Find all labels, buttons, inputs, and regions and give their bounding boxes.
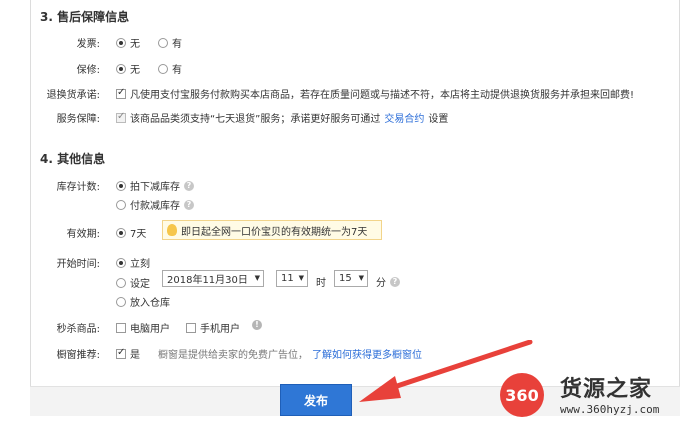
service-checkbox: 该商品品类须支持“七天退货”服务；承诺更好服务可通过交易合约设置 bbox=[116, 110, 448, 125]
warranty-option-yes[interactable]: 有 bbox=[158, 61, 182, 76]
window-desc-text: 橱窗是提供给卖家的免费广告位， bbox=[158, 350, 308, 361]
radio-icon[interactable] bbox=[158, 63, 168, 74]
hour-select[interactable]: 11 ▼ bbox=[276, 270, 308, 287]
validity-option-label: 7天 bbox=[130, 229, 147, 240]
minute-unit-text: 分 bbox=[376, 278, 386, 289]
checkbox-icon[interactable] bbox=[116, 347, 126, 359]
warranty-option-no[interactable]: 无 bbox=[116, 61, 140, 76]
dropdown-arrow-icon: ▼ bbox=[254, 274, 260, 282]
section-title-other: 4. 其他信息 bbox=[40, 152, 106, 166]
checkbox-icon[interactable] bbox=[116, 322, 126, 333]
start-option-warehouse-label: 放入仓库 bbox=[130, 298, 170, 309]
minute-select[interactable]: 15 ▼ bbox=[334, 270, 368, 287]
publish-button[interactable]: 发布 bbox=[280, 384, 352, 416]
return-promise-label: 退换货承诺: bbox=[46, 90, 100, 101]
return-promise-checkbox[interactable]: 凡使用支付宝服务付款购买本店商品，若存在质量问题或与描述不符，本店将主动提供退换… bbox=[116, 86, 634, 101]
flash-sale-label: 秒杀商品: bbox=[56, 324, 100, 335]
radio-icon[interactable] bbox=[116, 63, 126, 74]
watermark: 360 货源之家 www.360hyzj.com bbox=[494, 367, 678, 427]
dropdown-arrow-icon: ▼ bbox=[298, 274, 304, 282]
invoice-option-no[interactable]: 无 bbox=[116, 35, 140, 50]
stock-option-payment[interactable]: 付款减库存 ? bbox=[116, 197, 194, 212]
minute-select-value: 15 bbox=[339, 273, 352, 284]
radio-icon[interactable] bbox=[116, 227, 126, 238]
hour-unit-text: 时 bbox=[316, 278, 326, 289]
validity-label: 有效期: bbox=[66, 229, 100, 240]
invoice-option-yes[interactable]: 有 bbox=[158, 35, 182, 50]
watermark-url: www.360hyzj.com bbox=[560, 403, 660, 416]
section-title-aftersale: 3. 售后保障信息 bbox=[40, 10, 130, 24]
validity-option-7d[interactable]: 7天 bbox=[116, 225, 146, 240]
invoice-option-yes-label: 有 bbox=[172, 39, 182, 50]
checkbox-icon[interactable] bbox=[116, 87, 126, 99]
window-checkbox[interactable]: 是 bbox=[116, 346, 140, 361]
date-select[interactable]: 2018年11月30日 ▼ bbox=[162, 270, 264, 287]
window-option-label: 是 bbox=[130, 350, 140, 361]
start-option-now-label: 立刻 bbox=[130, 259, 150, 270]
radio-icon[interactable] bbox=[116, 257, 126, 268]
watermark-logo: 360 bbox=[500, 373, 544, 417]
start-option-warehouse[interactable]: 放入仓库 bbox=[116, 294, 170, 309]
validity-tip: 即日起全网一口价宝贝的有效期统一为7天 bbox=[162, 220, 382, 240]
service-text: 该商品品类须支持“七天退货”服务；承诺更好服务可通过 bbox=[130, 114, 381, 125]
stock-label: 库存计数: bbox=[56, 182, 100, 193]
window-label: 橱窗推荐: bbox=[56, 350, 100, 361]
lightbulb-icon bbox=[167, 224, 177, 236]
warranty-option-no-label: 无 bbox=[130, 65, 140, 76]
help-icon[interactable]: ? bbox=[184, 199, 194, 210]
watermark-title: 货源之家 bbox=[560, 377, 653, 402]
hour-select-value: 11 bbox=[281, 273, 294, 284]
start-option-now[interactable]: 立刻 bbox=[116, 255, 150, 270]
flash-sale-pc-label: 电脑用户 bbox=[130, 324, 170, 335]
stock-option-order[interactable]: 拍下减库存 ? bbox=[116, 178, 194, 193]
warranty-label: 保修: bbox=[76, 65, 100, 76]
dropdown-arrow-icon: ▼ bbox=[358, 274, 364, 282]
invoice-label: 发票: bbox=[76, 39, 100, 50]
invoice-option-no-label: 无 bbox=[130, 39, 140, 50]
validity-tip-text: 即日起全网一口价宝贝的有效期统一为7天 bbox=[181, 226, 368, 238]
warranty-option-yes-label: 有 bbox=[172, 65, 182, 76]
checkbox-icon bbox=[116, 111, 126, 123]
contract-link[interactable]: 交易合约 bbox=[384, 110, 424, 125]
stock-option-payment-label: 付款减库存 bbox=[130, 201, 180, 212]
help-icon[interactable]: ? bbox=[184, 180, 194, 191]
radio-icon[interactable] bbox=[158, 37, 168, 48]
minute-unit: 分 ? bbox=[376, 274, 400, 289]
radio-icon[interactable] bbox=[116, 277, 126, 288]
start-option-set-label: 设定 bbox=[130, 279, 150, 290]
date-select-value: 2018年11月30日 bbox=[167, 275, 248, 286]
help-icon[interactable]: ? bbox=[390, 276, 400, 287]
flash-sale-mobile-label: 手机用户 bbox=[200, 324, 240, 335]
checkbox-icon[interactable] bbox=[186, 322, 196, 333]
service-text-after: 设置 bbox=[428, 114, 449, 125]
return-promise-text: 凡使用支付宝服务付款购买本店商品，若存在质量问题或与描述不符，本店将主动提供退换… bbox=[130, 90, 635, 101]
stock-option-order-label: 拍下减库存 bbox=[130, 182, 180, 193]
radio-icon[interactable] bbox=[116, 199, 126, 210]
service-label: 服务保障: bbox=[56, 114, 100, 125]
radio-icon[interactable] bbox=[116, 180, 126, 191]
start-option-set[interactable]: 设定 bbox=[116, 275, 150, 290]
radio-icon[interactable] bbox=[116, 296, 126, 307]
hour-unit: 时 bbox=[316, 274, 326, 289]
flash-sale-mobile[interactable]: 手机用户 bbox=[186, 320, 240, 335]
start-time-label: 开始时间: bbox=[56, 259, 100, 270]
info-icon[interactable]: ! bbox=[252, 320, 262, 330]
flash-sale-pc[interactable]: 电脑用户 bbox=[116, 320, 170, 335]
radio-icon[interactable] bbox=[116, 37, 126, 48]
